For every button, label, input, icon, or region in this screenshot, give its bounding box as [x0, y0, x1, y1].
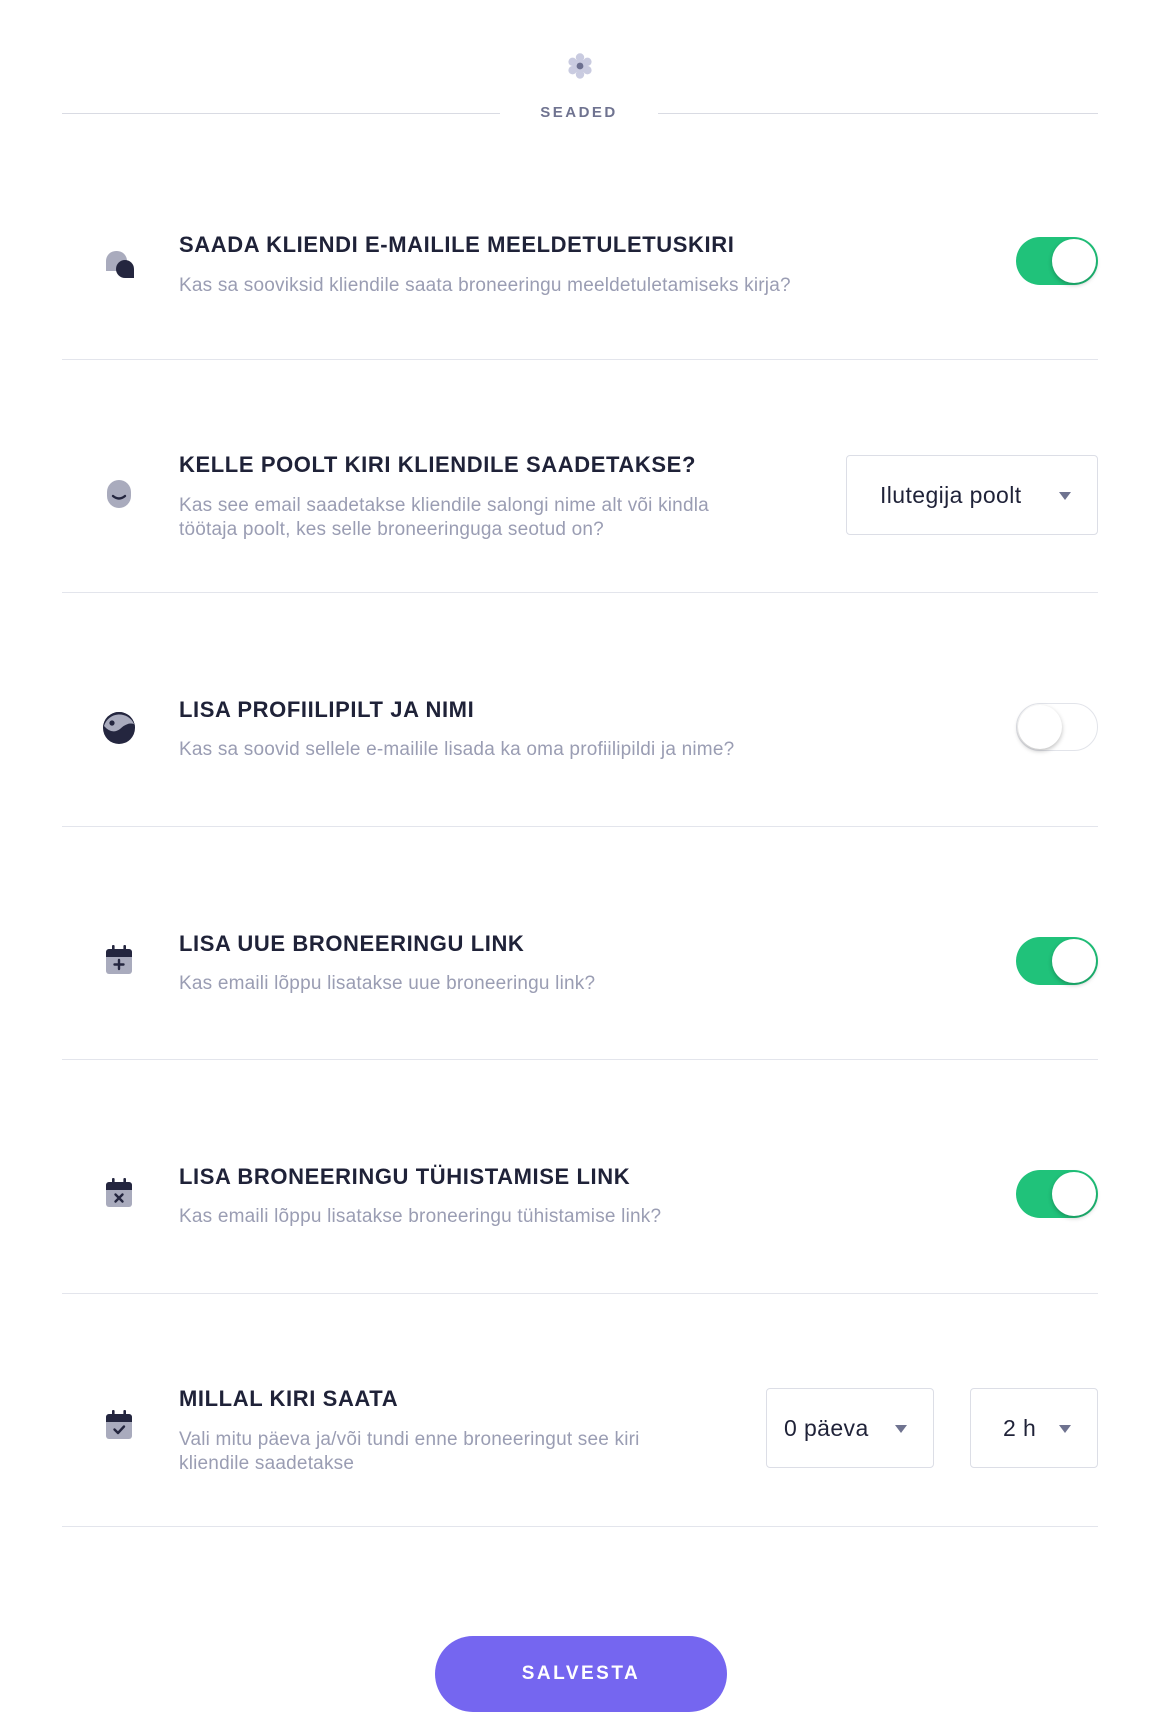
setting-row-sender: KELLE POOLT KIRI KLIENDILE SAADETAKSE? K… — [62, 360, 1098, 593]
toggle-knob — [1052, 239, 1096, 283]
setting-row-profile-picture: LISA PROFIILIPILT JA NIMI Kas sa soovid … — [62, 593, 1098, 827]
setting-description: Kas emaili lõppu lisatakse broneeringu t… — [179, 1206, 662, 1227]
setting-title: LISA PROFIILIPILT JA NIMI — [179, 697, 475, 722]
setting-title: LISA UUE BRONEERINGU LINK — [179, 931, 525, 956]
setting-title: KELLE POOLT KIRI KLIENDILE SAADETAKSE? — [179, 452, 696, 477]
calendar-add-icon — [106, 945, 132, 974]
gear-icon — [568, 53, 592, 79]
setting-row-cancel-booking-link: LISA BRONEERINGU TÜHISTAMISE LINK Kas em… — [62, 1060, 1098, 1294]
setting-row-send-reminder: SAADA KLIENDI E-MAILILE MEELDETULETUSKIR… — [62, 140, 1098, 360]
setting-description: Kas emaili lõppu lisatakse uue broneerin… — [179, 973, 596, 994]
settings-page: SEADED SAADA KLIENDI E-MAILILE MEELDETUL… — [0, 0, 1160, 1732]
setting-row-send-time: MILLAL KIRI SAATA Vali mitu päeva ja/või… — [62, 1294, 1098, 1527]
setting-description: Kas sa soovid sellele e-mailile lisada k… — [179, 739, 735, 760]
setting-description: Kas sa sooviksid kliendile saata broneer… — [179, 275, 791, 296]
setting-row-new-booking-link: LISA UUE BRONEERINGU LINK Kas emaili lõp… — [62, 827, 1098, 1060]
chat-bubbles-icon — [106, 251, 134, 278]
toggle-knob — [1018, 705, 1062, 749]
setting-description-line: kliendile saadetakse — [179, 1453, 355, 1474]
setting-title: SAADA KLIENDI E-MAILILE MEELDETULETUSKIR… — [179, 232, 735, 257]
setting-description: Kas see email saadetakse kliendile salon… — [179, 494, 709, 542]
setting-title: LISA BRONEERINGU TÜHISTAMISE LINK — [179, 1164, 631, 1189]
toggle-knob — [1052, 939, 1096, 983]
profile-picture-icon — [103, 712, 135, 744]
save-button[interactable]: SALVESTA — [435, 1636, 727, 1712]
days-select[interactable]: 0 päeva — [766, 1388, 934, 1468]
setting-description: Vali mitu päeva ja/või tundi enne bronee… — [179, 1428, 640, 1476]
header-divider-right — [658, 113, 1098, 114]
chevron-down-icon — [1059, 1425, 1071, 1433]
profile-picture-toggle[interactable] — [1016, 703, 1098, 751]
select-value: 2 h — [1003, 1415, 1037, 1441]
setting-description-line: Kas see email saadetakse kliendile salon… — [179, 495, 709, 516]
setting-description-line: töötaja poolt, kes selle broneeringuga s… — [179, 519, 604, 540]
calendar-check-icon — [106, 1410, 132, 1439]
setting-description-line: Vali mitu päeva ja/või tundi enne bronee… — [179, 1429, 640, 1450]
calendar-cancel-icon — [106, 1178, 132, 1207]
chevron-down-icon — [1059, 492, 1071, 500]
hours-select[interactable]: 2 h — [970, 1388, 1098, 1468]
select-value: 0 päeva — [784, 1415, 869, 1441]
smile-face-icon — [107, 480, 131, 508]
send-reminder-toggle[interactable] — [1016, 237, 1098, 285]
page-title: SEADED — [540, 104, 618, 121]
toggle-knob — [1052, 1172, 1096, 1216]
sender-select[interactable]: Ilutegija poolt — [846, 455, 1098, 535]
header-divider-left — [62, 113, 500, 114]
chevron-down-icon — [895, 1425, 907, 1433]
select-value: Ilutegija poolt — [880, 482, 1022, 508]
setting-title: MILLAL KIRI SAATA — [179, 1386, 399, 1411]
cancel-booking-link-toggle[interactable] — [1016, 1170, 1098, 1218]
new-booking-link-toggle[interactable] — [1016, 937, 1098, 985]
